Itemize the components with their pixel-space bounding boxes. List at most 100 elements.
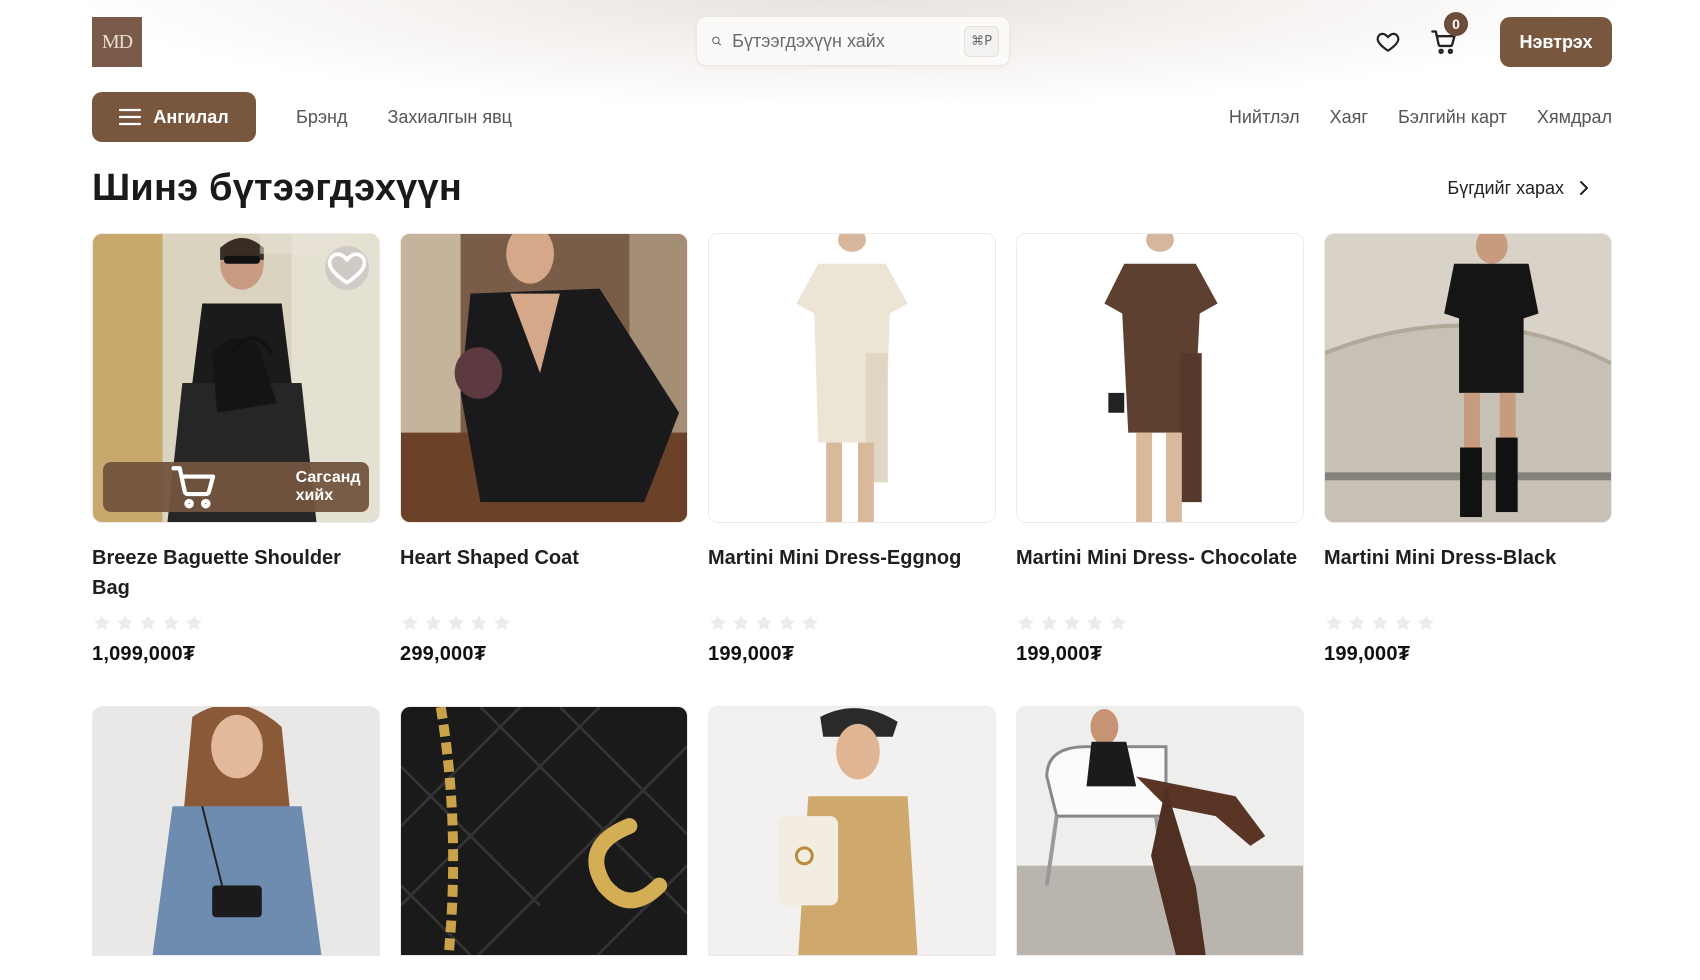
nav-left: Ангилал Брэнд Захиалгын явц <box>92 92 512 142</box>
star-icon <box>1349 615 1365 631</box>
view-all-label: Бүгдийг харах <box>1447 177 1564 198</box>
star-icon <box>471 615 487 631</box>
search-input[interactable] <box>732 30 965 52</box>
star-icon <box>1064 615 1080 631</box>
chevron-right-icon <box>1580 181 1588 195</box>
section-header: Шинэ бүтээгдэхүүн Бүгдийг харах <box>92 164 1612 212</box>
woman-with-cream-backpack-image <box>709 707 995 955</box>
product-name[interactable]: Heart Shaped Coat <box>400 543 688 603</box>
nav-link-address[interactable]: Хаяг <box>1330 107 1368 128</box>
product-card[interactable]: Martini Mini Dress- Chocolate 199,000₮ <box>1016 233 1304 666</box>
search-shortcut-hint: ⌘P <box>964 25 999 57</box>
login-button[interactable]: Нэвтрэх <box>1500 17 1612 67</box>
product-price: 299,000₮ <box>400 643 487 665</box>
product-card[interactable]: Martini Mini Dress-Eggnog 199,000₮ <box>708 233 996 666</box>
product-card[interactable]: Сагсанд хийх Breeze Baguette Shoulder Ba… <box>92 233 380 666</box>
product-image[interactable] <box>92 706 380 956</box>
heart-icon <box>1376 32 1400 52</box>
product-name[interactable]: Martini Mini Dress-Eggnog <box>708 543 996 603</box>
star-icon <box>402 615 418 631</box>
product-image[interactable] <box>400 706 688 956</box>
black-quilted-bag-image <box>401 707 687 955</box>
star-icon <box>117 615 133 631</box>
top-bar: MD ⌘P 0 Нэвтрэх <box>92 12 1612 68</box>
product-card[interactable] <box>1016 706 1304 956</box>
product-image[interactable] <box>708 233 996 523</box>
rating-stars <box>708 613 996 633</box>
product-card[interactable] <box>708 706 996 956</box>
nav-link-brand[interactable]: Брэнд <box>296 107 347 128</box>
wishlist-button[interactable] <box>1366 20 1410 64</box>
nav-link-sale[interactable]: Хямдрал <box>1537 107 1612 128</box>
section-title: Шинэ бүтээгдэхүүн <box>92 166 462 209</box>
star-icon <box>1372 615 1388 631</box>
nav-right: Нийтлэл Хаяг Бэлгийн карт Хямдрал <box>1229 107 1612 128</box>
product-price: 199,000₮ <box>1324 643 1411 665</box>
product-name[interactable]: Breeze Baguette Shoulder Bag <box>92 543 380 603</box>
product-price: 199,000₮ <box>1016 643 1103 665</box>
cart-count-badge: 0 <box>1444 12 1468 36</box>
star-icon <box>140 615 156 631</box>
product-name[interactable]: Martini Mini Dress-Black <box>1324 543 1612 603</box>
star-icon <box>1110 615 1126 631</box>
star-icon <box>448 615 464 631</box>
woman-in-black-coat-image <box>401 234 687 522</box>
product-card[interactable]: Martini Mini Dress-Black 199,000₮ <box>1324 233 1612 666</box>
nav-bar: Ангилал Брэнд Захиалгын явц Нийтлэл Хаяг… <box>92 92 1612 142</box>
star-icon <box>1018 615 1034 631</box>
product-image[interactable] <box>1324 233 1612 523</box>
cream-mini-dress-image <box>709 234 995 522</box>
star-icon <box>425 615 441 631</box>
star-icon <box>1041 615 1057 631</box>
cart-icon <box>171 466 216 509</box>
star-icon <box>779 615 795 631</box>
rating-stars <box>1324 613 1612 633</box>
rating-stars <box>92 613 380 633</box>
logo-text: MD <box>101 30 133 53</box>
search-bar[interactable]: ⌘P <box>696 16 1010 66</box>
heart-icon <box>327 252 367 285</box>
menu-icon <box>119 108 142 126</box>
star-icon <box>186 615 202 631</box>
add-to-wishlist-button[interactable] <box>325 246 369 290</box>
nav-link-articles[interactable]: Нийтлэл <box>1229 107 1300 128</box>
logo[interactable]: MD <box>92 17 142 67</box>
product-image[interactable] <box>708 706 996 956</box>
product-card[interactable] <box>400 706 688 956</box>
view-all-link[interactable]: Бүгдийг харах <box>1447 178 1590 199</box>
product-image[interactable] <box>400 233 688 523</box>
nav-link-order-status[interactable]: Захиалгын явц <box>387 107 512 128</box>
star-icon <box>710 615 726 631</box>
product-image[interactable]: Сагсанд хийх <box>92 233 380 523</box>
header-actions: 0 Нэвтрэх <box>1366 12 1612 67</box>
product-card[interactable] <box>92 706 380 956</box>
product-name[interactable]: Martini Mini Dress- Chocolate <box>1016 543 1304 603</box>
black-mini-dress-image <box>1325 234 1611 522</box>
product-grid: Сагсанд хийх Breeze Baguette Shoulder Ba… <box>92 233 1612 956</box>
cart-button[interactable]: 0 <box>1422 12 1468 64</box>
category-menu-label: Ангилал <box>153 106 229 127</box>
star-icon <box>733 615 749 631</box>
woman-in-denim-with-crossbody-image <box>93 707 379 955</box>
star-icon <box>94 615 110 631</box>
star-icon <box>1326 615 1342 631</box>
rating-stars <box>1016 613 1304 633</box>
product-card[interactable]: Heart Shaped Coat 299,000₮ <box>400 233 688 666</box>
star-icon <box>494 615 510 631</box>
rating-stars <box>400 613 688 633</box>
add-to-cart-button[interactable]: Сагсанд хийх <box>103 462 369 512</box>
woman-in-brown-boots-image <box>1017 707 1303 955</box>
product-image[interactable] <box>1016 233 1304 523</box>
product-price: 1,099,000₮ <box>92 643 196 665</box>
star-icon <box>163 615 179 631</box>
star-icon <box>756 615 772 631</box>
star-icon <box>1418 615 1434 631</box>
star-icon <box>802 615 818 631</box>
product-price: 199,000₮ <box>708 643 795 665</box>
category-menu-button[interactable]: Ангилал <box>92 92 256 142</box>
star-icon <box>1087 615 1103 631</box>
search-icon <box>712 36 722 46</box>
product-image[interactable] <box>1016 706 1304 956</box>
nav-link-gift-card[interactable]: Бэлгийн карт <box>1398 107 1507 128</box>
add-to-cart-label: Сагсанд хийх <box>295 469 361 504</box>
